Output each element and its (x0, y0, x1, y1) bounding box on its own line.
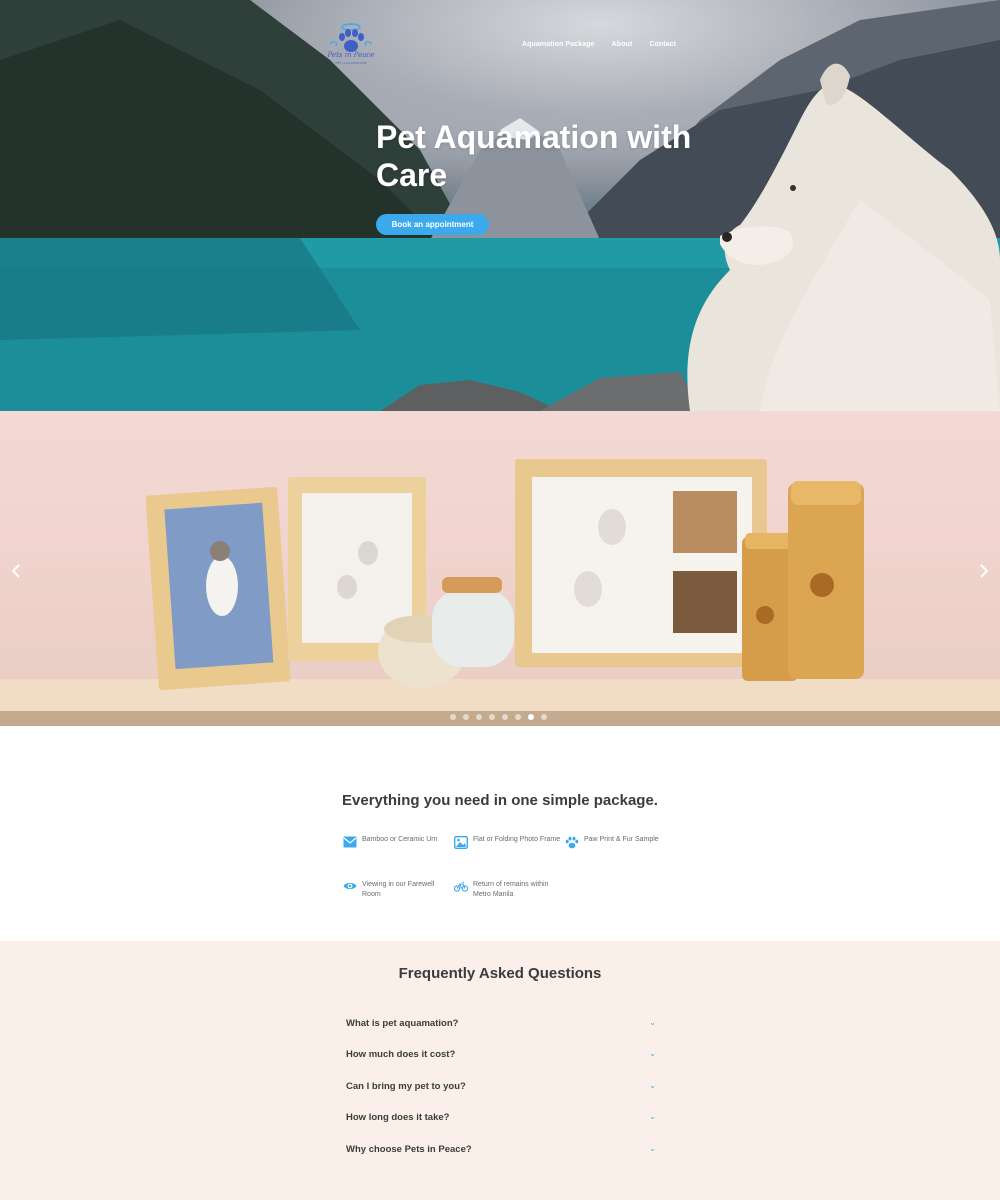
logo-text: Pets in Peace (327, 51, 375, 59)
carousel-dot[interactable] (528, 714, 534, 720)
chevron-down-icon: ⌄ (649, 1144, 656, 1153)
chevron-right-icon[interactable] (974, 561, 994, 581)
faq-item-cost[interactable]: How much does it cost? ⌄ (346, 1044, 656, 1064)
nav-item-aquamation-package[interactable]: Aquamation Package (522, 41, 595, 48)
chevron-down-icon: ⌄ (649, 1049, 656, 1058)
feature-paw-print: Paw Print & Fur Sample (565, 835, 675, 849)
chevron-down-icon: ⌄ (649, 1081, 656, 1090)
hero-title: Pet Aquamation with Care (376, 119, 692, 193)
feature-label: Paw Print & Fur Sample (584, 836, 659, 843)
package-heading: Everything you need in one simple packag… (342, 792, 658, 809)
faq-question: Can I bring my pet to you? (346, 1080, 466, 1092)
carousel-dot[interactable] (463, 714, 469, 720)
envelope-icon (343, 836, 357, 848)
eye-icon (343, 882, 357, 890)
faq-item-what-is-aquamation[interactable]: What is pet aquamation? ⌄ (346, 1013, 656, 1033)
carousel-dot[interactable] (502, 714, 508, 720)
faq-question: How much does it cost? (346, 1048, 456, 1060)
nav-item-about[interactable]: About (612, 41, 633, 48)
feature-label: Flat or Folding Photo Frame (473, 836, 561, 843)
faq-question: Why choose Pets in Peace? (346, 1143, 472, 1155)
feature-urn: Bamboo or Ceramic Urn (343, 835, 453, 848)
feature-label: Return of remains within Metro Manila (473, 881, 549, 898)
faq-section: Frequently Asked Questions What is pet a… (0, 941, 1000, 1200)
faq-question: What is pet aquamation? (346, 1017, 459, 1029)
faq-heading: Frequently Asked Questions (398, 965, 602, 982)
nav-item-contact[interactable]: Contact (649, 41, 676, 48)
chevron-left-icon[interactable] (6, 561, 26, 581)
faq-item-how-long[interactable]: How long does it take? ⌄ (346, 1107, 656, 1127)
carousel-dot[interactable] (450, 714, 456, 720)
feature-frame: Flat or Folding Photo Frame (454, 835, 564, 849)
package-section: Everything you need in one simple packag… (0, 726, 1000, 941)
feature-label: Bamboo or Ceramic Urn (362, 836, 438, 843)
feature-return: Return of remains within Metro Manila (454, 880, 564, 900)
bicycle-icon (454, 881, 468, 892)
book-appointment-button[interactable]: Book an appointment (376, 214, 489, 235)
logo-subtext: PET AQUAMATION (335, 61, 367, 65)
faq-item-why-choose[interactable]: Why choose Pets in Peace? ⌄ (346, 1139, 656, 1159)
main-nav: Aquamation Package About Contact (522, 41, 676, 48)
hero-background-image (0, 0, 1000, 411)
paw-halo-icon (329, 23, 373, 52)
carousel-dot[interactable] (541, 714, 547, 720)
chevron-down-icon: ⌄ (649, 1112, 656, 1121)
paw-icon (565, 836, 579, 849)
carousel-indicators (450, 714, 547, 720)
hero-section: Pets in Peace PET AQUAMATION Aquamation … (0, 0, 1000, 411)
feature-viewing: Viewing in our Farewell Room (343, 880, 453, 900)
faq-item-bring-pet[interactable]: Can I bring my pet to you? ⌄ (346, 1076, 656, 1096)
carousel-dot[interactable] (515, 714, 521, 720)
carousel-slide-image (0, 459, 1000, 726)
chevron-down-icon: ⌄ (649, 1018, 656, 1027)
package-carousel (0, 411, 1000, 726)
faq-question: How long does it take? (346, 1111, 450, 1123)
carousel-dot[interactable] (476, 714, 482, 720)
photo-icon (454, 836, 468, 849)
feature-label: Viewing in our Farewell Room (362, 881, 435, 898)
carousel-dot[interactable] (489, 714, 495, 720)
